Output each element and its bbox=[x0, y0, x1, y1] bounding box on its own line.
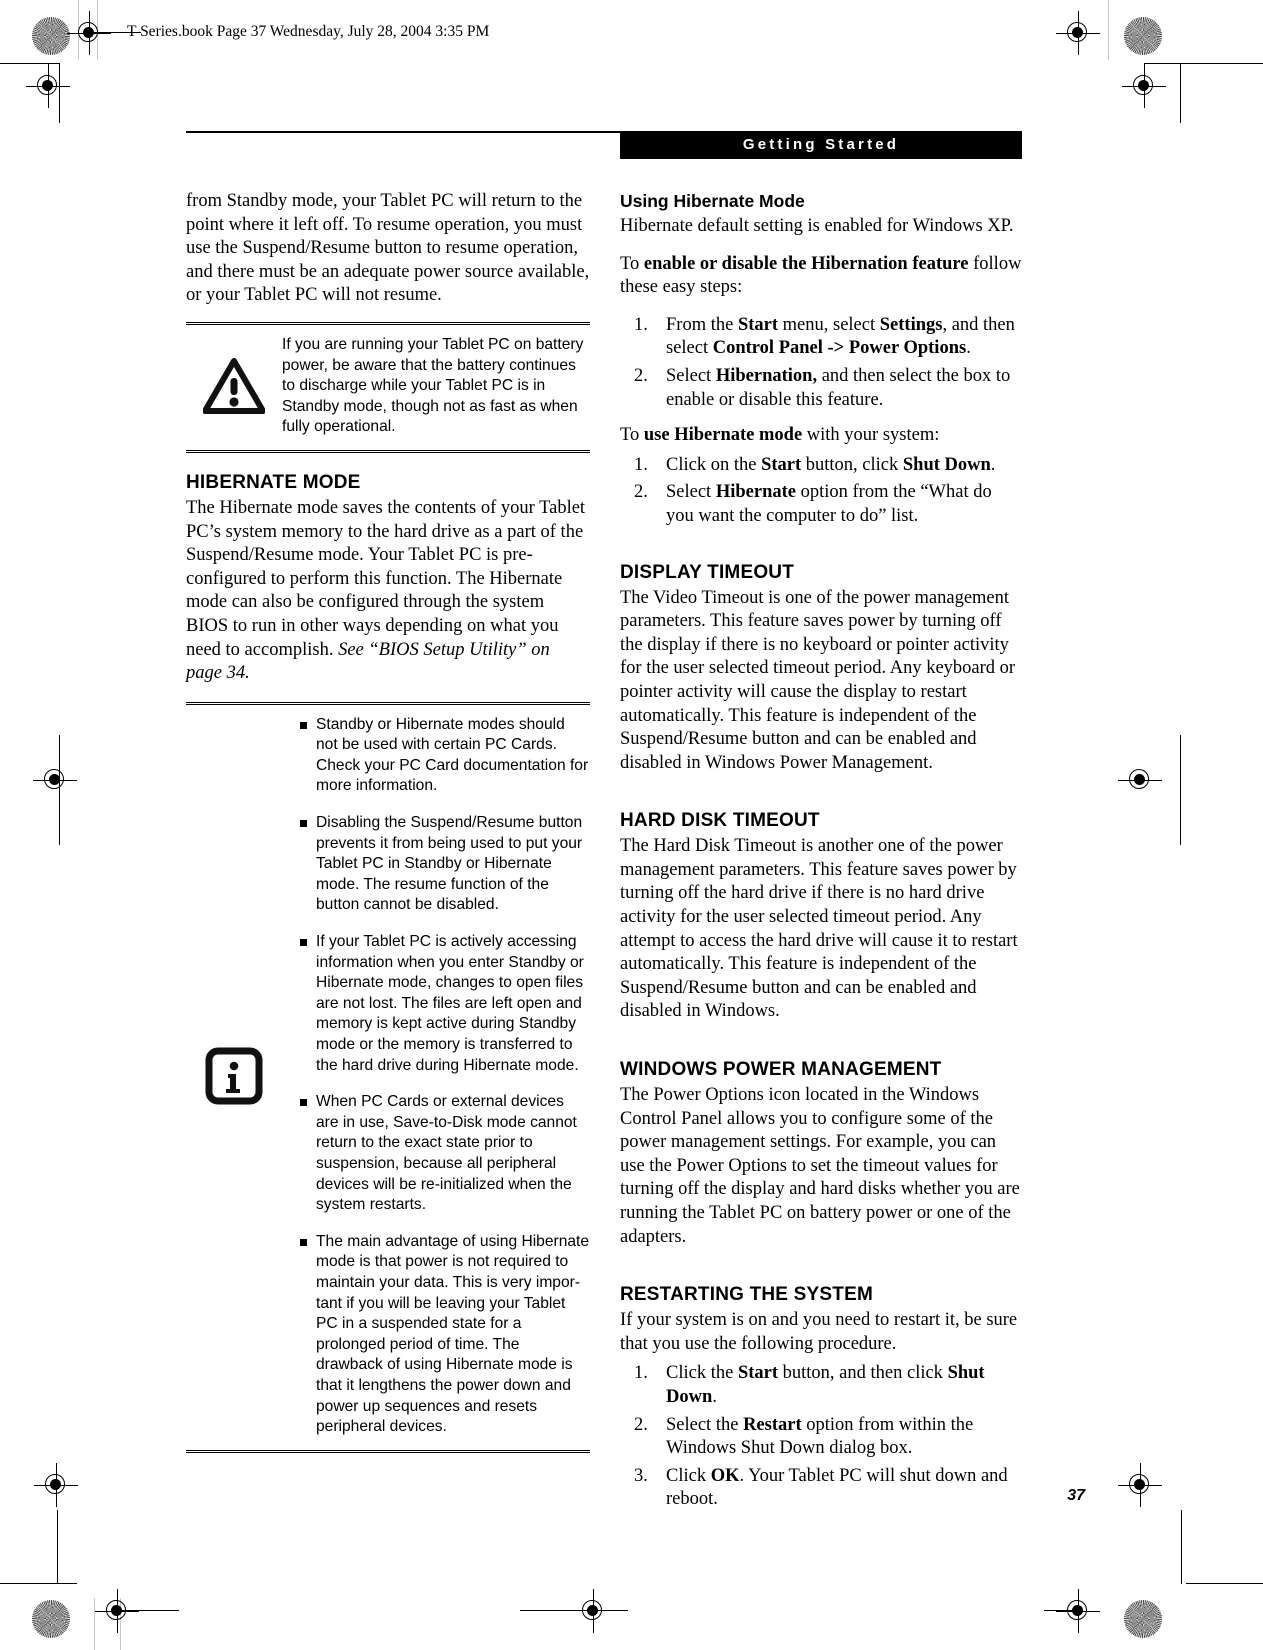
use-intro-pre: To bbox=[620, 425, 644, 446]
crop-rule-right-middle bbox=[1180, 735, 1181, 845]
crop-rule-bottom-right bbox=[1044, 1610, 1080, 1611]
enable-intro-pre: To bbox=[620, 253, 644, 274]
list-item: The main advantage of using Hibernate mo… bbox=[300, 1232, 590, 1438]
list-item: Select the Restart option from within th… bbox=[634, 1414, 974, 1459]
use-hibernate-intro: To use Hibernate mode with your system: bbox=[620, 424, 1024, 448]
list-item: Select Hibernate option from the “What d… bbox=[634, 481, 992, 526]
use-hibernate-steps: Click on the Start button, click Shut Do… bbox=[620, 454, 1024, 529]
warning-triangle-icon bbox=[203, 358, 265, 415]
list-item: Click OK. Your Tablet PC will shut down … bbox=[634, 1465, 1008, 1510]
intro-paragraph: from Standby mode, your Tablet PC will r… bbox=[186, 191, 590, 306]
right-column: Using Hibernate Mode Hibernate default s… bbox=[620, 190, 1024, 1524]
registration-mark-left-middle bbox=[33, 758, 77, 802]
registration-mark-left-lower bbox=[34, 1463, 78, 1507]
crop-rule-right-lower-h bbox=[1186, 1583, 1263, 1584]
registration-mark-right-lower bbox=[1118, 1463, 1162, 1507]
enable-hibernation-steps: From the Start menu, select Settings, an… bbox=[620, 314, 1024, 412]
use-intro-bold: use Hibernate mode bbox=[643, 425, 803, 446]
crop-rule-right-lower-v bbox=[1181, 1510, 1182, 1584]
list-item: From the Start menu, select Settings, an… bbox=[634, 314, 1015, 359]
list-item: If your Tablet PC is actively accessing … bbox=[300, 932, 590, 1076]
registration-mark-top-right bbox=[1056, 11, 1100, 55]
hibernate-paragraph: The Hibernate mode saves the contents of… bbox=[186, 497, 590, 686]
hibernate-paragraph-text: The Hibernate mode saves the contents of… bbox=[186, 497, 586, 660]
use-intro-post: with your system: bbox=[802, 425, 940, 446]
registration-mark-right-upper bbox=[1122, 64, 1166, 108]
subheading-using-hibernate-mode: Using Hibernate Mode bbox=[620, 191, 805, 211]
list-item: Click on the Start button, click Shut Do… bbox=[634, 454, 996, 477]
windows-power-management-paragraph: The Power Options icon located in the Wi… bbox=[620, 1085, 1020, 1247]
star-target-top-right bbox=[1124, 17, 1162, 55]
registration-mark-bottom-right bbox=[1056, 1589, 1100, 1633]
display-timeout-paragraph: The Video Timeout is one of the power ma… bbox=[620, 587, 1016, 773]
info-box: Standby or Hibernate modes should not be… bbox=[186, 701, 590, 1453]
caution-box: If you are running your Tablet PC on bat… bbox=[186, 321, 590, 453]
restarting-the-system-paragraph: If your system is on and you need to res… bbox=[620, 1310, 1018, 1354]
info-icon bbox=[205, 1047, 263, 1105]
info-text: Standby or Hibernate modes should not be… bbox=[282, 715, 590, 1438]
list-item: Click the Start button, and then click S… bbox=[634, 1362, 985, 1407]
heading-display-timeout: DISPLAY TIMEOUT bbox=[620, 561, 795, 583]
star-target-top-left bbox=[32, 17, 70, 55]
section-title-bar: Getting Started bbox=[620, 131, 1022, 159]
enable-intro-bold: enable or disable the Hibernation featur… bbox=[643, 253, 969, 274]
restart-steps: Click the Start button, and then click S… bbox=[620, 1362, 1024, 1512]
crop-rule-bottom-center bbox=[520, 1610, 628, 1611]
star-target-bottom-left bbox=[32, 1600, 70, 1638]
info-bullet-list: Standby or Hibernate modes should not be… bbox=[282, 715, 590, 1438]
crop-rule-left-middle bbox=[59, 735, 60, 845]
hard-disk-timeout-paragraph: The Hard Disk Timeout is another one of … bbox=[620, 836, 1018, 1022]
file-stamp: T Series.book Page 37 Wednesday, July 28… bbox=[127, 23, 490, 40]
registration-mark-right-middle bbox=[1118, 758, 1162, 802]
list-item: Standby or Hibernate modes should not be… bbox=[300, 715, 590, 797]
crop-rule-right-upper-v bbox=[1180, 63, 1181, 123]
left-column: from Standby mode, your Tablet PC will r… bbox=[186, 190, 590, 1471]
list-item: Disabling the Suspend/Resume button prev… bbox=[300, 813, 590, 916]
enable-hibernation-intro: To enable or disable the Hibernation fea… bbox=[620, 253, 1024, 300]
crop-rule-left-upper bbox=[0, 63, 60, 64]
crop-rule-right-upper bbox=[1144, 63, 1263, 64]
star-target-bottom-right bbox=[1124, 1600, 1162, 1638]
list-item: When PC Cards or external devices are in… bbox=[300, 1092, 590, 1216]
registration-mark-left-upper bbox=[26, 64, 70, 108]
registration-mark-bottom-left bbox=[95, 1589, 139, 1633]
using-hibernate-paragraph: Hibernate default setting is enabled for… bbox=[620, 216, 1014, 236]
list-item: Select Hibernation, and then select the … bbox=[634, 365, 1011, 410]
caution-text: If you are running your Tablet PC on bat… bbox=[282, 335, 584, 436]
caution-icon-cell bbox=[186, 358, 282, 415]
info-icon-cell bbox=[186, 1047, 282, 1105]
heading-windows-power-management: WINDOWS POWER MANAGEMENT bbox=[620, 1059, 942, 1081]
heading-restarting-the-system: RESTARTING THE SYSTEM bbox=[620, 1284, 873, 1306]
crop-rule-left-lower-v bbox=[57, 1510, 58, 1584]
crop-rule-bottom-left bbox=[117, 1610, 179, 1611]
registration-mark-bottom-center bbox=[571, 1589, 615, 1633]
crop-rule-left-upper-v bbox=[59, 63, 60, 123]
heading-hard-disk-timeout: HARD DISK TIMEOUT bbox=[620, 810, 820, 832]
crop-rule-left-lower-h bbox=[0, 1583, 77, 1584]
heading-hibernate-mode: HIBERNATE MODE bbox=[186, 471, 361, 493]
trim-guide-right-vertical bbox=[1108, 0, 1109, 60]
page-number: 37 bbox=[1067, 1487, 1085, 1504]
registration-mark-top-center-left bbox=[67, 11, 111, 55]
